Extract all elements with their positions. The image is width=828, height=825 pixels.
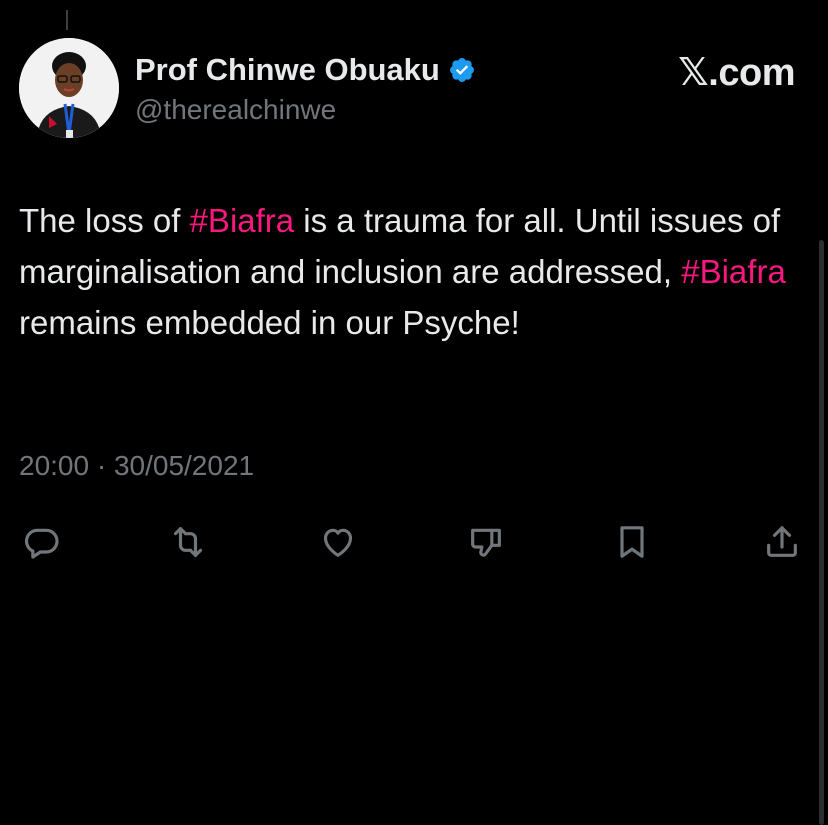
x-com-suffix: .com [708, 52, 795, 94]
like-icon [323, 528, 353, 557]
hashtag-link[interactable]: #Biafra [190, 202, 295, 239]
share-button[interactable] [758, 518, 806, 566]
hashtag-link[interactable]: #Biafra [681, 253, 786, 290]
verified-badge-icon [448, 56, 476, 84]
person-avatar-icon [19, 38, 119, 138]
author-handle[interactable]: @therealchinwe [135, 94, 336, 126]
retweet-button[interactable] [164, 518, 212, 566]
bookmark-button[interactable] [608, 518, 656, 566]
x-logo-icon: 𝕏 [678, 50, 709, 94]
like-button[interactable] [314, 518, 362, 566]
bookmark-icon [620, 526, 644, 558]
dislike-icon [471, 528, 501, 557]
tweet-actions [0, 518, 828, 568]
tweet-text-segment: remains embedded in our Psyche! [19, 304, 520, 341]
tweet-timestamp[interactable]: 20:00 · 30/05/2021 [19, 450, 254, 482]
dislike-button[interactable] [462, 518, 510, 566]
author-display-name[interactable]: Prof Chinwe Obuaku [135, 52, 440, 88]
avatar[interactable] [19, 38, 119, 138]
reply-button[interactable] [18, 518, 66, 566]
author-name-row[interactable]: Prof Chinwe Obuaku [135, 52, 476, 88]
reply-icon [25, 528, 59, 559]
thread-line [66, 10, 68, 30]
tweet-text: The loss of #Biafra is a trauma for all.… [19, 195, 809, 348]
tweet-text-segment: The loss of [19, 202, 190, 239]
x-com-logo: 𝕏 .com [678, 50, 795, 95]
retweet-icon [173, 527, 203, 557]
share-icon [767, 526, 797, 557]
